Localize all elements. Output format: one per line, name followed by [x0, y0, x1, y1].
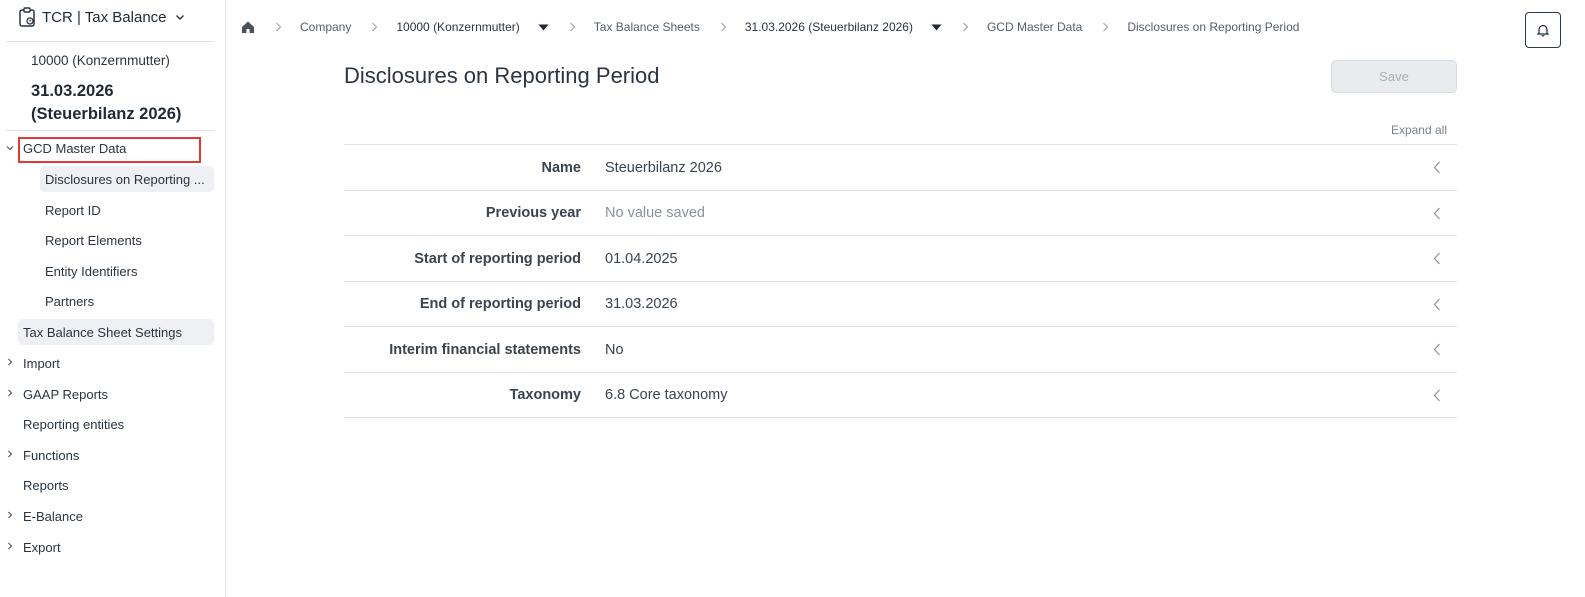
app-switcher[interactable]: TCR | Tax Balance [18, 6, 185, 28]
home-icon[interactable] [241, 20, 255, 34]
chevron-right-icon[interactable] [6, 542, 14, 550]
disclosures-list: Name Steuerbilanz 2026 Previous year No … [344, 144, 1457, 418]
chevron-down-icon [175, 15, 184, 20]
divider [6, 130, 214, 131]
field-label: Previous year [485, 205, 581, 221]
chevron-right-icon [372, 22, 378, 32]
sidebar-item-reports[interactable]: Reports [18, 472, 214, 498]
expand-all-link[interactable]: Expand all [1330, 123, 1447, 137]
breadcrumb-company-select[interactable]: 10000 (Konzernmutter) [396, 20, 519, 34]
selection-highlight [18, 137, 201, 163]
notifications-button[interactable] [1525, 12, 1561, 48]
sidebar-item-tax-balance-sheet-settings[interactable]: Tax Balance Sheet Settings [18, 319, 214, 345]
list-item[interactable]: Taxonomy 6.8 Core taxonomy [344, 373, 1457, 418]
list-item[interactable]: Start of reporting period 01.04.2025 [344, 236, 1457, 282]
chevron-right-icon[interactable] [6, 389, 14, 397]
sidebar-item-entity-identifiers[interactable]: Entity Identifiers [40, 258, 214, 284]
field-label: End of reporting period [419, 296, 581, 312]
sidebar: TCR | Tax Balance 10000 (Konzernmutter) … [0, 0, 226, 597]
field-label: Name [541, 159, 582, 176]
caret-down-icon[interactable] [931, 24, 942, 31]
chevron-right-icon [720, 22, 727, 32]
sidebar-item-reporting-entities[interactable]: Reporting entities [18, 411, 214, 437]
clipboard-icon [19, 7, 35, 27]
save-button[interactable]: Save [1331, 60, 1457, 93]
sidebar-item-export[interactable]: Export [18, 534, 214, 560]
field-label: Start of reporting period [414, 250, 581, 267]
context-company: 10000 (Konzernmutter) [31, 53, 170, 68]
sidebar-item-gaap-reports[interactable]: GAAP Reports [18, 381, 214, 407]
sidebar-item-partners[interactable]: Partners [40, 288, 214, 314]
chevron-right-icon[interactable] [6, 358, 14, 366]
field-label: Taxonomy [509, 387, 581, 403]
chevron-right-icon[interactable] [6, 511, 14, 519]
chevron-left-icon[interactable] [1433, 343, 1441, 356]
chevron-right-icon [1103, 22, 1109, 32]
breadcrumb-period-select[interactable]: 31.03.2026 (Steuerbilanz 2026) [745, 20, 913, 34]
chevron-right-icon [569, 22, 576, 32]
list-item[interactable]: Interim financial statements No [344, 327, 1457, 373]
field-value: No [605, 341, 624, 358]
breadcrumb-tax-balance-sheets[interactable]: Tax Balance Sheets [594, 20, 700, 34]
breadcrumb: Company 10000 (Konzernmutter) Tax Balanc… [241, 17, 1299, 37]
field-value: 31.03.2026 [605, 296, 678, 312]
chevron-left-icon[interactable] [1433, 252, 1441, 265]
field-value: Steuerbilanz 2026 [605, 159, 722, 176]
chevron-left-icon[interactable] [1433, 161, 1441, 174]
field-value: 6.8 Core taxonomy [605, 387, 728, 403]
list-item[interactable]: End of reporting period 31.03.2026 [344, 282, 1457, 327]
breadcrumb-gcd-master-data[interactable]: GCD Master Data [987, 20, 1082, 34]
sidebar-item-disclosures-reporting-period[interactable]: Disclosures on Reporting ... [40, 166, 214, 192]
breadcrumb-current: Disclosures on Reporting Period [1127, 20, 1300, 34]
sidebar-item-import[interactable]: Import [18, 350, 214, 376]
divider [6, 41, 214, 42]
field-value: No value saved [605, 205, 705, 221]
bell-icon [1536, 24, 1550, 37]
chevron-right-icon [963, 22, 969, 32]
app-title: TCR | Tax Balance [42, 8, 167, 26]
chevron-left-icon[interactable] [1433, 207, 1441, 220]
list-item[interactable]: Name Steuerbilanz 2026 [344, 145, 1457, 191]
field-value: 01.04.2025 [605, 250, 678, 267]
caret-down-icon[interactable] [538, 24, 549, 31]
chevron-right-icon [276, 22, 282, 32]
breadcrumb-company[interactable]: Company [300, 20, 351, 34]
sidebar-item-functions[interactable]: Functions [18, 442, 214, 468]
sidebar-item-report-id[interactable]: Report ID [40, 197, 214, 223]
context-period: 31.03.2026 (Steuerbilanz 2026) [31, 82, 182, 123]
chevron-left-icon[interactable] [1433, 389, 1441, 402]
field-label: Interim financial statements [389, 341, 581, 358]
chevron-down-icon[interactable] [6, 144, 14, 152]
sidebar-item-e-balance[interactable]: E-Balance [18, 503, 214, 529]
chevron-right-icon[interactable] [6, 450, 14, 458]
chevron-left-icon[interactable] [1433, 298, 1441, 311]
sidebar-item-report-elements[interactable]: Report Elements [40, 227, 214, 253]
list-item[interactable]: Previous year No value saved [344, 191, 1457, 236]
page-title: Disclosures on Reporting Period [344, 63, 660, 88]
